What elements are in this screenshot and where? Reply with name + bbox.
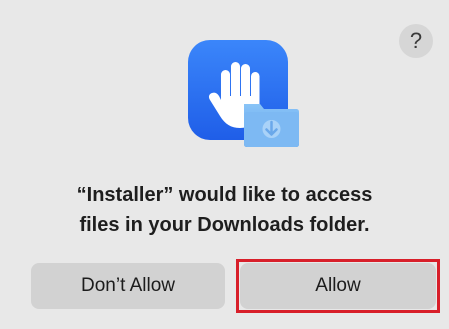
- downloads-folder-icon: [244, 104, 299, 147]
- privacy-hand-icon: [188, 40, 300, 152]
- question-mark-icon: ?: [409, 28, 423, 53]
- allow-button[interactable]: Allow: [240, 263, 436, 309]
- dont-allow-button[interactable]: Don’t Allow: [31, 263, 225, 309]
- permission-dialog: ? “Installer” would like to access files…: [0, 0, 449, 329]
- help-button[interactable]: ?: [399, 24, 433, 58]
- permission-message: “Installer” would like to access files i…: [20, 180, 429, 240]
- message-line-2: files in your Downloads folder.: [79, 214, 370, 236]
- message-line-1: “Installer” would like to access: [76, 184, 373, 206]
